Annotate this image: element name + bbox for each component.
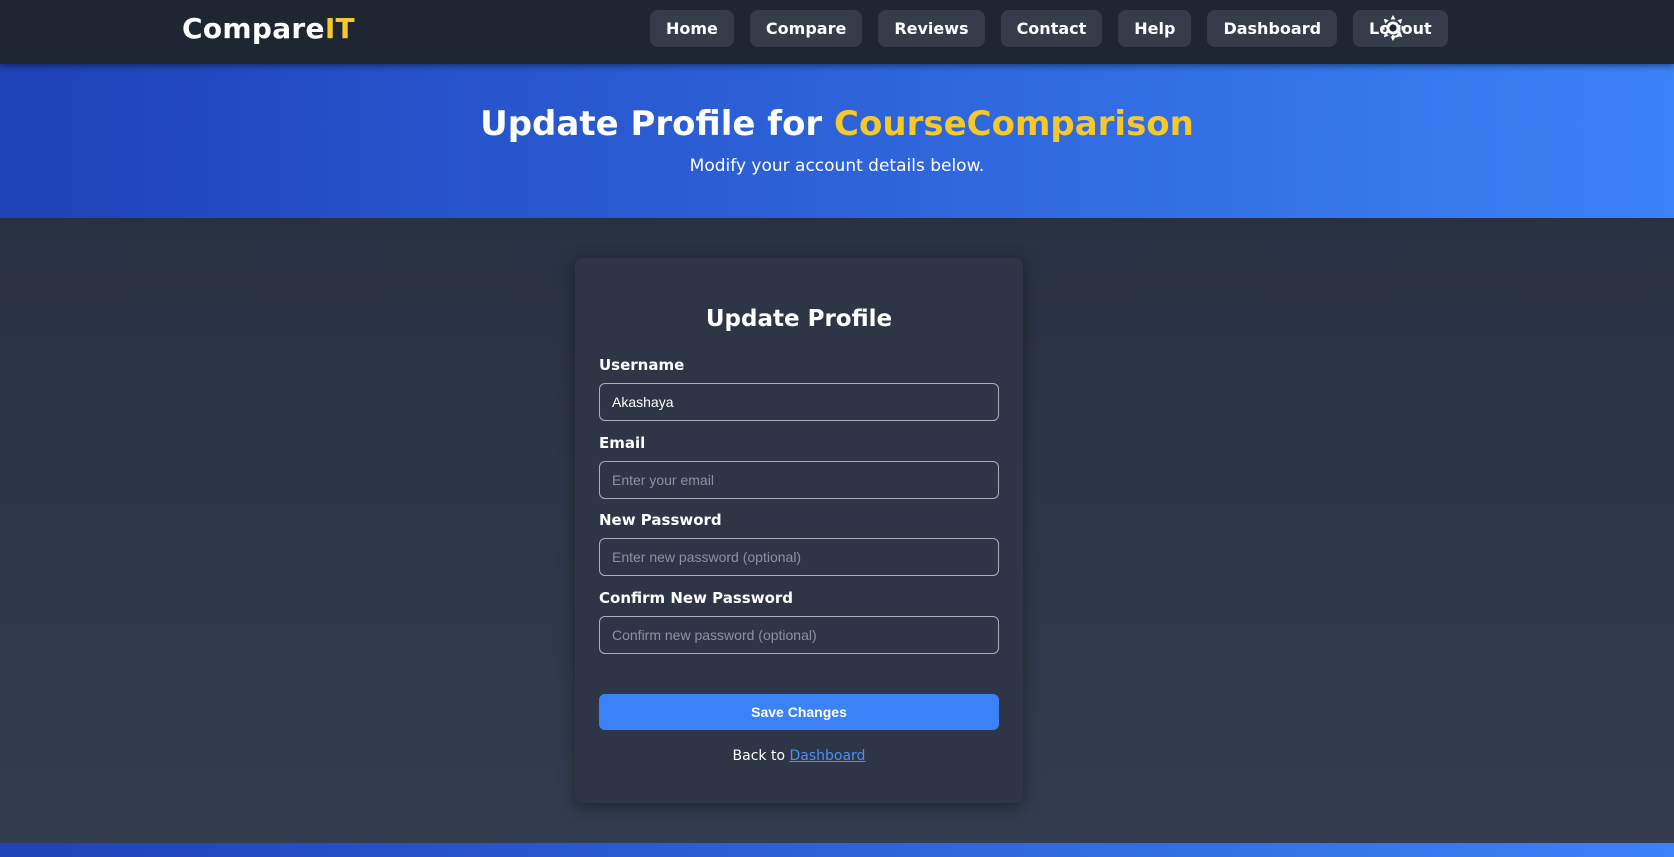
form-title: Update Profile — [705, 306, 893, 332]
dashboard-link[interactable]: Dashboard — [789, 748, 865, 764]
nav-links: Home Compare Reviews Contact Help Dashbo… — [650, 10, 1448, 47]
brand-name-accent: IT — [324, 12, 355, 45]
brand-logo[interactable]: CompareIT — [182, 12, 355, 45]
page-subtitle: Modify your account details below. — [689, 156, 985, 176]
brand-name-main: Compare — [182, 12, 325, 45]
confirm-password-label: Confirm New Password — [599, 589, 794, 607]
page-title-highlight: CourseComparison — [834, 104, 1194, 144]
nav-contact-button[interactable]: Contact — [1000, 10, 1103, 47]
footer-strip — [0, 843, 1674, 857]
back-prefix: Back to — [732, 748, 790, 764]
sun-icon — [1380, 15, 1406, 41]
navbar: CompareIT Home Compare Reviews Contact H… — [0, 0, 1674, 64]
email-label: Email — [599, 434, 646, 452]
page-title: Update Profile for CourseComparison — [0, 104, 1674, 144]
hero-banner: Update Profile for CourseComparison Modi… — [0, 64, 1674, 218]
new-password-input[interactable] — [599, 538, 999, 576]
nav-dashboard-button[interactable]: Dashboard — [1207, 10, 1338, 47]
nav-help-button[interactable]: Help — [1118, 10, 1192, 47]
username-label: Username — [599, 356, 685, 374]
email-input[interactable] — [599, 461, 999, 499]
nav-home-button[interactable]: Home — [650, 10, 734, 47]
username-input[interactable] — [599, 383, 999, 421]
back-to-dashboard-line: Back to Dashboard — [575, 748, 1023, 764]
save-changes-button[interactable]: Save Changes — [599, 694, 999, 730]
new-password-label: New Password — [599, 511, 722, 529]
confirm-password-input[interactable] — [599, 616, 999, 654]
theme-toggle-button[interactable] — [1379, 14, 1407, 42]
nav-reviews-button[interactable]: Reviews — [878, 10, 985, 47]
profile-form-card: Update Profile Username Email New Passwo… — [575, 258, 1023, 803]
page-title-prefix: Update Profile for — [480, 104, 835, 144]
nav-compare-button[interactable]: Compare — [749, 10, 863, 47]
